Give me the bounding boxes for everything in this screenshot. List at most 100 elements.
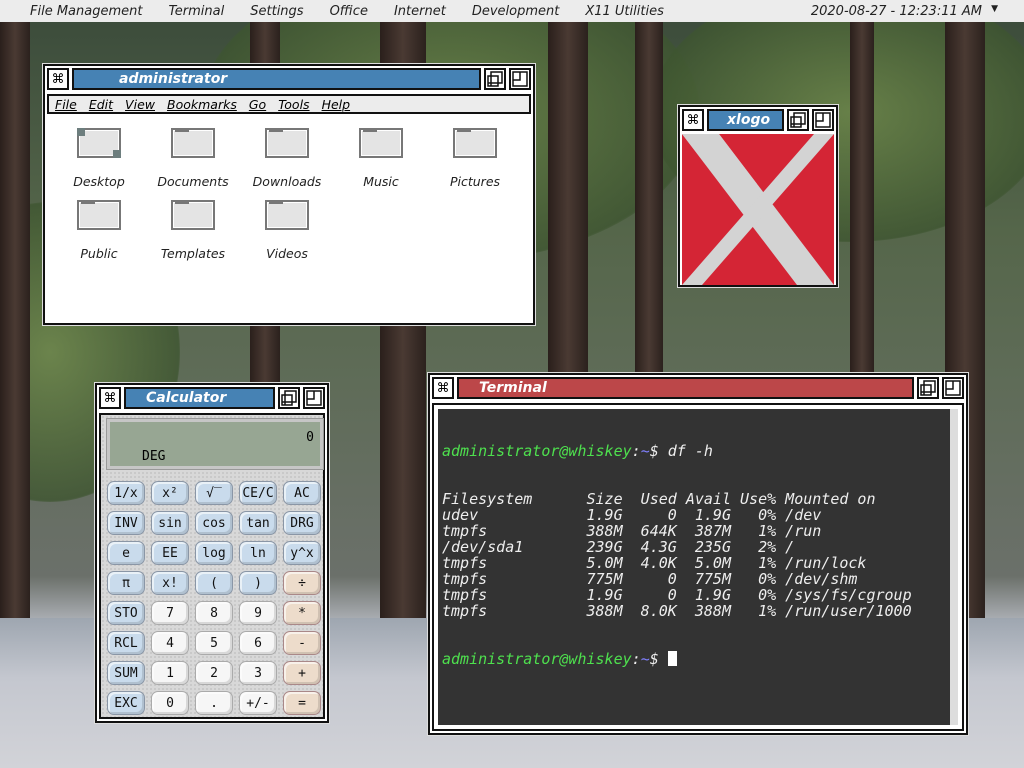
- calc-button[interactable]: AC: [283, 481, 321, 505]
- window-menu-icon[interactable]: ⌘: [432, 377, 454, 399]
- calc-button[interactable]: √‾: [195, 481, 233, 505]
- calc-button[interactable]: +/-: [239, 691, 277, 715]
- file-item-label: Downloads: [252, 174, 322, 189]
- window-menu-icon[interactable]: ⌘: [47, 68, 69, 90]
- menu-terminal[interactable]: Terminal: [168, 4, 224, 19]
- file-item[interactable]: Templates: [153, 200, 233, 261]
- df-header: Filesystem Size Used Avail Use% Mounted …: [442, 490, 876, 508]
- menu-office[interactable]: Office: [330, 4, 368, 19]
- menu-go[interactable]: Go: [249, 97, 266, 112]
- calc-button[interactable]: EE: [151, 541, 189, 565]
- calc-button[interactable]: STO: [107, 601, 145, 625]
- calc-button[interactable]: EXC: [107, 691, 145, 715]
- calc-button[interactable]: ): [239, 571, 277, 595]
- window-title[interactable]: administrator: [72, 68, 481, 90]
- folder-icon: [359, 128, 403, 158]
- maximize-icon[interactable]: [509, 68, 531, 90]
- calc-button[interactable]: e: [107, 541, 145, 565]
- menu-file-management[interactable]: File Management: [30, 4, 142, 19]
- calc-button[interactable]: ln: [239, 541, 277, 565]
- file-item[interactable]: Downloads: [247, 128, 327, 189]
- calc-button[interactable]: RCL: [107, 631, 145, 655]
- menu-internet[interactable]: Internet: [394, 4, 446, 19]
- calc-button[interactable]: 6: [239, 631, 277, 655]
- folder-icon: [265, 128, 309, 158]
- menu-view[interactable]: View: [125, 97, 155, 112]
- calc-button[interactable]: 1/x: [107, 481, 145, 505]
- calc-button[interactable]: sin: [151, 511, 189, 535]
- scrollbar[interactable]: [950, 409, 958, 725]
- prompt-line: administrator@whiskey:~$: [442, 651, 958, 667]
- calc-button[interactable]: log: [195, 541, 233, 565]
- calc-button[interactable]: y^x: [283, 541, 321, 565]
- window-menu-icon[interactable]: ⌘: [99, 387, 121, 409]
- calc-button[interactable]: 2: [195, 661, 233, 685]
- file-item[interactable]: Desktop: [59, 128, 139, 189]
- menu-file[interactable]: File: [55, 97, 77, 112]
- calc-button[interactable]: 1: [151, 661, 189, 685]
- maximize-icon[interactable]: [942, 377, 964, 399]
- file-item[interactable]: Music: [341, 128, 421, 189]
- calc-button[interactable]: CE/C: [239, 481, 277, 505]
- calc-button[interactable]: =: [283, 691, 321, 715]
- menu-settings[interactable]: Settings: [250, 4, 303, 19]
- folder-icon: [453, 128, 497, 158]
- calc-button[interactable]: tan: [239, 511, 277, 535]
- window-menu-icon[interactable]: ⌘: [682, 109, 704, 131]
- iconify-icon[interactable]: [484, 68, 506, 90]
- calc-button[interactable]: +: [283, 661, 321, 685]
- clock[interactable]: 2020-08-27 - 12:23:11 AM: [811, 4, 982, 19]
- file-item-label: Videos: [266, 246, 308, 261]
- calc-button[interactable]: 7: [151, 601, 189, 625]
- calc-button[interactable]: ÷: [283, 571, 321, 595]
- calc-button[interactable]: cos: [195, 511, 233, 535]
- df-row: tmpfs 1.9G 0 1.9G 0% /sys/fs/cgroup: [442, 586, 912, 604]
- calc-button[interactable]: 8: [195, 601, 233, 625]
- terminal-output[interactable]: administrator@whiskey:~$ df -h Filesyste…: [438, 409, 958, 725]
- menu-edit[interactable]: Edit: [89, 97, 113, 112]
- calc-button[interactable]: 0: [151, 691, 189, 715]
- calc-button[interactable]: x!: [151, 571, 189, 595]
- desktop-icon: [77, 128, 121, 158]
- calc-button[interactable]: INV: [107, 511, 145, 535]
- folder-icon: [171, 128, 215, 158]
- calc-button[interactable]: .: [195, 691, 233, 715]
- calc-button[interactable]: *: [283, 601, 321, 625]
- calc-button[interactable]: 5: [195, 631, 233, 655]
- calc-button[interactable]: DRG: [283, 511, 321, 535]
- chevron-down-icon[interactable]: ▼: [991, 4, 998, 14]
- maximize-icon[interactable]: [812, 109, 834, 131]
- calc-button[interactable]: -: [283, 631, 321, 655]
- calc-button[interactable]: (: [195, 571, 233, 595]
- menu-x11-utilities[interactable]: X11 Utilities: [585, 4, 664, 19]
- x-logo-icon: [682, 134, 834, 285]
- file-item-label: Pictures: [449, 174, 501, 189]
- menu-bookmarks[interactable]: Bookmarks: [167, 97, 237, 112]
- folder-icon: [77, 200, 121, 230]
- calc-button[interactable]: 9: [239, 601, 277, 625]
- iconify-icon[interactable]: [278, 387, 300, 409]
- file-item-label: Desktop: [73, 174, 125, 189]
- menu-bar: File Edit View Bookmarks Go Tools Help: [47, 94, 531, 114]
- calc-button[interactable]: SUM: [107, 661, 145, 685]
- window-title[interactable]: Terminal: [457, 377, 914, 399]
- calc-button[interactable]: π: [107, 571, 145, 595]
- terminal-window: ⌘ Terminal administrator@whiskey:~$ df -…: [428, 373, 968, 735]
- menu-tools[interactable]: Tools: [278, 97, 309, 112]
- file-item[interactable]: Videos: [247, 200, 327, 261]
- iconify-icon[interactable]: [787, 109, 809, 131]
- calc-button[interactable]: 3: [239, 661, 277, 685]
- menu-development[interactable]: Development: [472, 4, 560, 19]
- calc-button[interactable]: x²: [151, 481, 189, 505]
- file-item[interactable]: Public: [59, 200, 139, 261]
- file-item[interactable]: Documents: [153, 128, 233, 189]
- prompt-line: administrator@whiskey:~$ df -h: [442, 442, 713, 460]
- file-item-label: Public: [80, 246, 118, 261]
- calc-button[interactable]: 4: [151, 631, 189, 655]
- window-title[interactable]: Calculator: [124, 387, 275, 409]
- menu-help[interactable]: Help: [322, 97, 351, 112]
- file-item[interactable]: Pictures: [435, 128, 515, 189]
- window-title[interactable]: xlogo: [707, 109, 784, 131]
- maximize-icon[interactable]: [303, 387, 325, 409]
- iconify-icon[interactable]: [917, 377, 939, 399]
